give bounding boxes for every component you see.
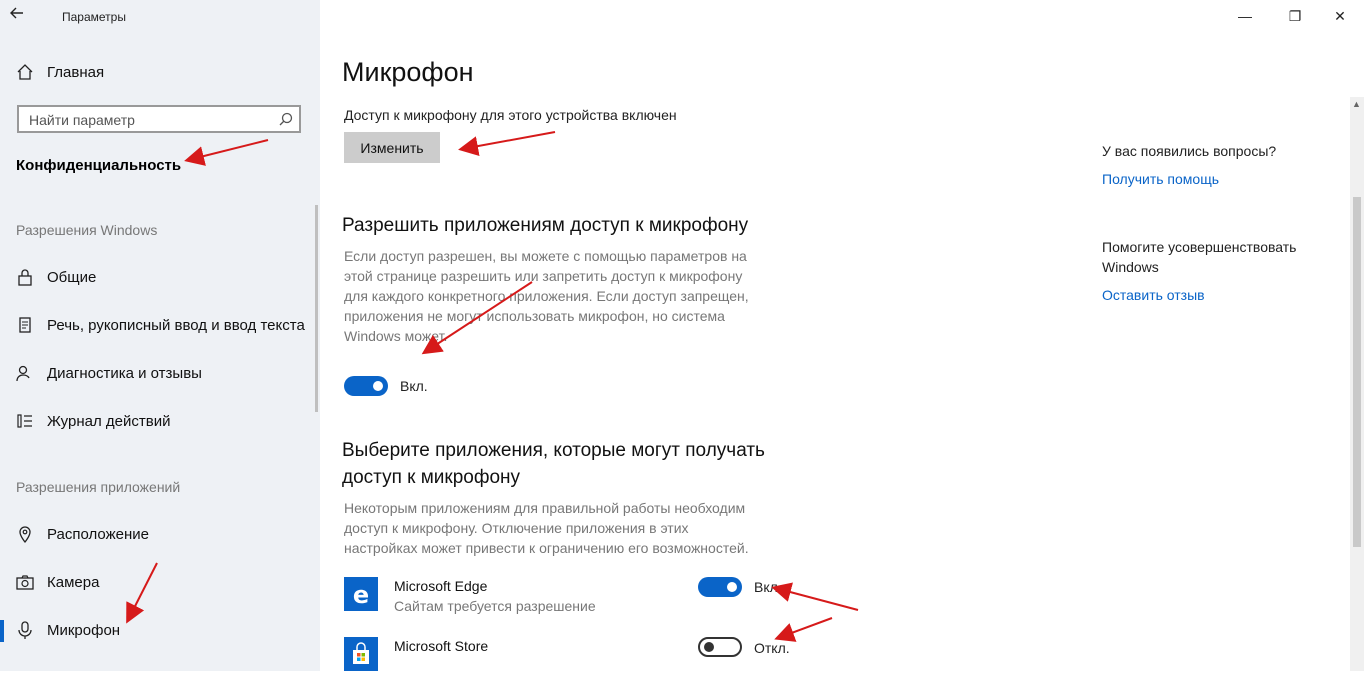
camera-icon xyxy=(16,573,34,591)
close-button[interactable]: ✕ xyxy=(1320,4,1360,28)
main-content: — ❐ ✕ Микрофон Доступ к микрофону для эт… xyxy=(320,0,1365,671)
choose-heading-line1: Выберите приложения, которые могут получ… xyxy=(342,440,765,461)
scroll-up-icon[interactable]: ▲ xyxy=(1352,99,1361,109)
maximize-button[interactable]: ❐ xyxy=(1275,4,1315,28)
store-toggle-label: Откл. xyxy=(754,640,790,656)
sidebar-item-microphone[interactable]: Микрофон xyxy=(47,622,120,639)
svg-text:e: e xyxy=(353,581,369,609)
allow-heading: Разрешить приложениям доступ к микрофону xyxy=(342,215,749,236)
app-name-store: Microsoft Store xyxy=(394,638,489,654)
minimize-button[interactable]: — xyxy=(1225,4,1265,28)
allow-toggle-label: Вкл. xyxy=(400,378,428,394)
search-icon[interactable] xyxy=(279,112,293,126)
person-feedback-icon xyxy=(16,364,34,382)
app-title: Параметры xyxy=(62,10,126,24)
edge-toggle[interactable] xyxy=(698,577,742,597)
selected-indicator xyxy=(0,620,4,642)
sidebar-item-diagnostics[interactable]: Диагностика и отзывы xyxy=(47,365,202,382)
allow-description: Если доступ разрешен, вы можете с помощь… xyxy=(344,248,749,344)
sidebar-item-activity[interactable]: Журнал действий xyxy=(47,413,170,430)
lock-icon xyxy=(16,268,34,286)
group-windows-label: Разрешения Windows xyxy=(16,222,158,238)
aside-improve-line2: Windows xyxy=(1102,259,1159,275)
choose-heading-line2: доступ к микрофону xyxy=(342,467,521,488)
group-apps-label: Разрешения приложений xyxy=(16,479,181,495)
aside-question: У вас появились вопросы? xyxy=(1102,143,1277,159)
sidebar-home[interactable]: Главная xyxy=(47,64,104,81)
search-input[interactable]: Найти параметр xyxy=(17,105,301,133)
allow-apps-toggle[interactable] xyxy=(344,376,388,396)
document-icon xyxy=(16,316,34,334)
edge-icon: e xyxy=(344,577,378,611)
home-icon xyxy=(16,63,34,81)
section-title: Конфиденциальность xyxy=(16,157,182,174)
store-icon xyxy=(344,637,378,671)
sidebar-item-speech[interactable]: Речь, рукописный ввод и ввод текста xyxy=(47,317,305,334)
sidebar-item-location[interactable]: Расположение xyxy=(47,526,149,543)
help-link[interactable]: Получить помощь xyxy=(1102,171,1219,187)
sidebar-scrollbar[interactable] xyxy=(315,205,318,412)
location-icon xyxy=(16,525,34,543)
page-title: Микрофон xyxy=(342,57,474,87)
feedback-link[interactable]: Оставить отзыв xyxy=(1102,287,1205,303)
sidebar: Параметры Главная Найти параметр Конфиде… xyxy=(0,0,320,671)
sidebar-item-camera[interactable]: Камера xyxy=(47,574,99,591)
sidebar-item-general[interactable]: Общие xyxy=(47,269,96,286)
device-status: Доступ к микрофону для этого устройства … xyxy=(344,107,677,123)
scroll-thumb[interactable] xyxy=(1353,197,1361,547)
history-icon xyxy=(16,412,34,430)
app-name-edge: Microsoft Edge xyxy=(394,578,488,594)
store-toggle[interactable] xyxy=(698,637,742,657)
change-button[interactable]: Изменить xyxy=(344,132,440,163)
edge-toggle-label: Вкл. xyxy=(754,579,782,595)
back-arrow-icon[interactable] xyxy=(10,6,34,26)
microphone-icon xyxy=(16,621,34,639)
choose-description: Некоторым приложениям для правильной раб… xyxy=(344,500,749,556)
app-sub-edge: Сайтам требуется разрешение xyxy=(394,598,596,614)
aside-improve-line1: Помогите усовершенствовать xyxy=(1102,239,1297,255)
search-placeholder: Найти параметр xyxy=(29,112,135,128)
main-scrollbar[interactable]: ▲ xyxy=(1350,97,1364,671)
